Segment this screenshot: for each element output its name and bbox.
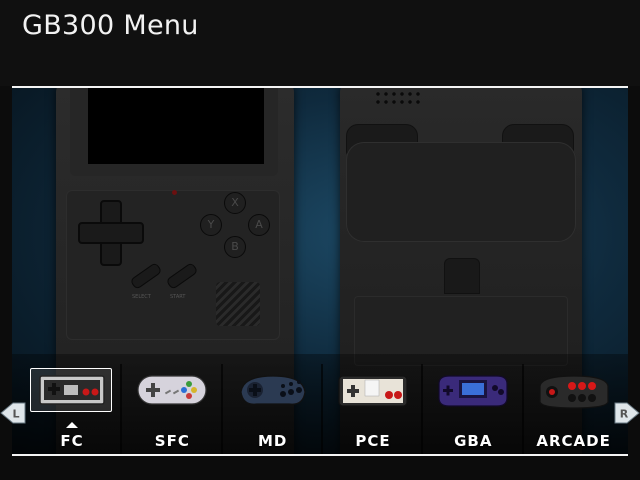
console-item-pce[interactable]: PCE	[320, 364, 421, 454]
speaker-holes-icon	[374, 88, 424, 104]
screen-bezel	[70, 88, 278, 176]
console-item-md[interactable]: MD	[220, 364, 321, 454]
console-item-arcade[interactable]: ARCADE	[521, 364, 622, 454]
console-label: FC	[60, 432, 84, 450]
console-label: MD	[257, 432, 288, 450]
previous-page-arrow-icon[interactable]: L	[0, 400, 26, 426]
console-list: FC SFC MD PCE GBA ARCADE	[22, 364, 622, 454]
y-button-icon: Y	[200, 214, 222, 236]
arcade-stick-icon	[539, 375, 609, 409]
console-item-gba[interactable]: GBA	[421, 364, 521, 454]
b-button-icon: B	[224, 236, 246, 258]
power-led	[172, 190, 177, 195]
page-title: GB300 Menu	[22, 10, 199, 41]
console-item-sfc[interactable]: SFC	[120, 364, 220, 454]
select-button-icon	[129, 261, 163, 291]
x-button-icon: X	[224, 192, 246, 214]
left-arrow-label: L	[12, 408, 19, 421]
gba-handheld-icon	[438, 375, 508, 407]
select-label: SELECT	[132, 294, 151, 300]
console-label: SFC	[154, 432, 190, 450]
bottom-bar	[0, 456, 640, 480]
console-label: ARCADE	[536, 432, 611, 450]
selected-caret-icon	[66, 422, 78, 428]
dpad-icon	[78, 200, 144, 266]
console-item-fc[interactable]: FC	[22, 364, 120, 454]
console-label: PCE	[355, 432, 391, 450]
handheld-screen	[88, 88, 264, 164]
title-bar: GB300 Menu	[0, 0, 640, 86]
next-page-arrow-icon[interactable]: R	[614, 400, 640, 426]
battery-latch-icon	[444, 258, 480, 294]
battery-area	[346, 142, 576, 242]
pce-controller-icon	[338, 375, 408, 407]
snes-controller-icon	[137, 375, 207, 405]
start-button-icon	[165, 261, 199, 291]
console-label: GBA	[454, 432, 493, 450]
start-label: START	[170, 294, 186, 300]
control-panel: X Y A B SELECT START	[66, 190, 280, 340]
right-arrow-label: R	[620, 408, 629, 421]
nes-controller-icon	[39, 375, 105, 405]
speaker-grille-icon	[216, 282, 260, 326]
a-button-icon: A	[248, 214, 270, 236]
megadrive-controller-icon	[240, 375, 306, 405]
